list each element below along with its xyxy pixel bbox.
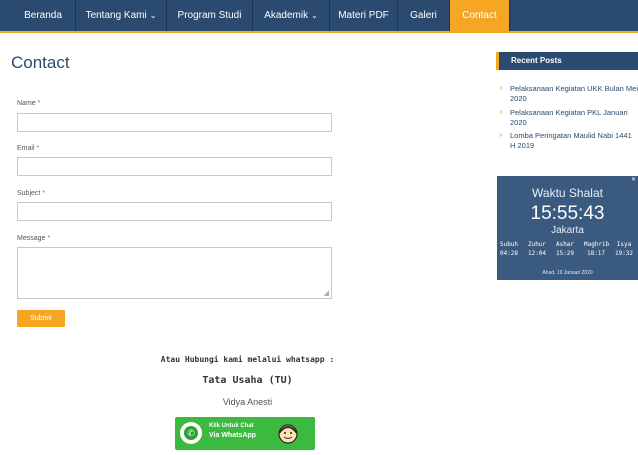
nav-item-materi-pdf[interactable]: Materi PDF	[330, 0, 398, 31]
message-field[interactable]: ◢	[17, 247, 332, 299]
required-mark: *	[47, 235, 51, 242]
prayer-time-subuh: Subuh 04:28	[497, 240, 521, 258]
recent-post-title: Pelaksanaan Kegiatan PKL Januari 2020	[510, 108, 628, 127]
nav-item-label: Program Studi	[177, 10, 242, 21]
prayer-city: Jakarta	[551, 225, 584, 236]
whatsapp-button-line2: Via WhatsApp	[209, 432, 256, 439]
required-mark: *	[36, 145, 40, 152]
prayer-time: 15:29	[555, 250, 575, 257]
chevron-right-icon: »	[499, 85, 503, 92]
nav-item-beranda[interactable]: Beranda	[11, 0, 76, 31]
whatsapp-intro: Atau Hubungi kami melalui whatsapp :	[160, 355, 335, 364]
message-label-text: Message	[17, 235, 46, 242]
nav-item-label: Tentang Kami	[85, 10, 147, 21]
subject-field[interactable]	[17, 202, 332, 221]
message-label: Message *	[17, 235, 50, 242]
nav-item-label: Akademik	[264, 10, 309, 21]
name-field[interactable]	[17, 113, 332, 132]
subject-label-text: Subject	[17, 190, 41, 197]
prayer-time-maghrib: Maghrib 18:17	[584, 240, 610, 258]
nav-item-galeri[interactable]: Galeri	[398, 0, 450, 31]
prayer-time: 18:17	[586, 250, 606, 257]
prayer-name: Isya	[616, 241, 632, 248]
prayer-time-isya: Isya 19:32	[612, 240, 636, 258]
prayer-name: Zuhur	[527, 241, 547, 248]
whatsapp-contact-title: Tata Usaha (TU)	[202, 375, 293, 386]
page-title: Contact	[11, 53, 70, 72]
recent-posts-header: Recent Posts	[496, 52, 638, 70]
recent-post-title: Lomba Peringatan Maulid Nabi 1441 H 2019	[510, 131, 632, 150]
whatsapp-button-line1: Klik Untuk Chat	[209, 423, 254, 429]
prayer-times-widget: ✕ Waktu Shalat 15:55:43 Jakarta Subuh 04:…	[497, 176, 638, 280]
whatsapp-icon: ✆	[180, 422, 202, 444]
headset-agent-icon	[278, 424, 298, 444]
subject-label: Subject *	[17, 190, 45, 197]
nav-item-tentang-kami[interactable]: Tentang Kami ⌄	[76, 0, 167, 31]
recent-post-link[interactable]: » Pelaksanaan Kegiatan UKK Bulan Mei 2020	[499, 84, 638, 104]
chevron-down-icon: ⌄	[311, 11, 318, 20]
whatsapp-chat-button[interactable]: ✆ Klik Untuk Chat Via WhatsApp	[175, 417, 315, 450]
email-label: Email *	[17, 145, 39, 152]
close-icon[interactable]: ✕	[630, 177, 637, 184]
main-navbar: Beranda Tentang Kami ⌄ Program Studi Akad…	[0, 0, 638, 33]
nav-item-label: Materi PDF	[338, 10, 389, 21]
prayer-date: Ahad, 19 Januari 2020	[542, 270, 593, 276]
prayer-time: 04:28	[499, 250, 519, 257]
resize-handle-icon[interactable]: ◢	[324, 289, 329, 297]
required-mark: *	[37, 100, 41, 107]
nav-item-program-studi[interactable]: Program Studi	[167, 0, 253, 31]
prayer-time-ashar: Ashar 15:29	[553, 240, 577, 258]
recent-post-link[interactable]: » Lomba Peringatan Maulid Nabi 1441 H 201…	[499, 131, 638, 151]
submit-button[interactable]: Submit	[17, 310, 65, 327]
prayer-time-zuhur: Zuhur 12:04	[525, 240, 549, 258]
prayer-name: Maghrib	[584, 241, 610, 248]
chevron-right-icon: »	[499, 109, 503, 116]
prayer-widget-title: Waktu Shalat	[532, 186, 603, 200]
email-label-text: Email	[17, 145, 35, 152]
chevron-down-icon: ⌄	[149, 11, 157, 20]
chevron-right-icon: »	[499, 132, 503, 139]
nav-item-akademik[interactable]: Akademik ⌄	[253, 0, 330, 31]
whatsapp-contact-name: Vidya Anesti	[222, 397, 273, 407]
prayer-name: Ashar	[555, 241, 575, 248]
prayer-name: Subuh	[499, 241, 519, 248]
name-label: Name *	[17, 100, 40, 107]
recent-post-title: Pelaksanaan Kegiatan UKK Bulan Mei 2020	[510, 84, 638, 103]
prayer-clock: 15:55:43	[530, 203, 605, 224]
nav-item-label: Beranda	[24, 10, 62, 21]
recent-post-link[interactable]: » Pelaksanaan Kegiatan PKL Januari 2020	[499, 108, 638, 128]
name-label-text: Name	[17, 100, 36, 107]
prayer-time: 19:32	[614, 250, 634, 257]
prayer-time: 12:04	[527, 250, 547, 257]
phone-icon: ✆	[184, 426, 198, 440]
email-field[interactable]	[17, 157, 332, 176]
required-mark: *	[42, 190, 46, 197]
nav-item-label: Contact	[462, 10, 497, 21]
nav-item-contact[interactable]: Contact	[450, 0, 510, 31]
nav-item-label: Galeri	[410, 10, 437, 21]
